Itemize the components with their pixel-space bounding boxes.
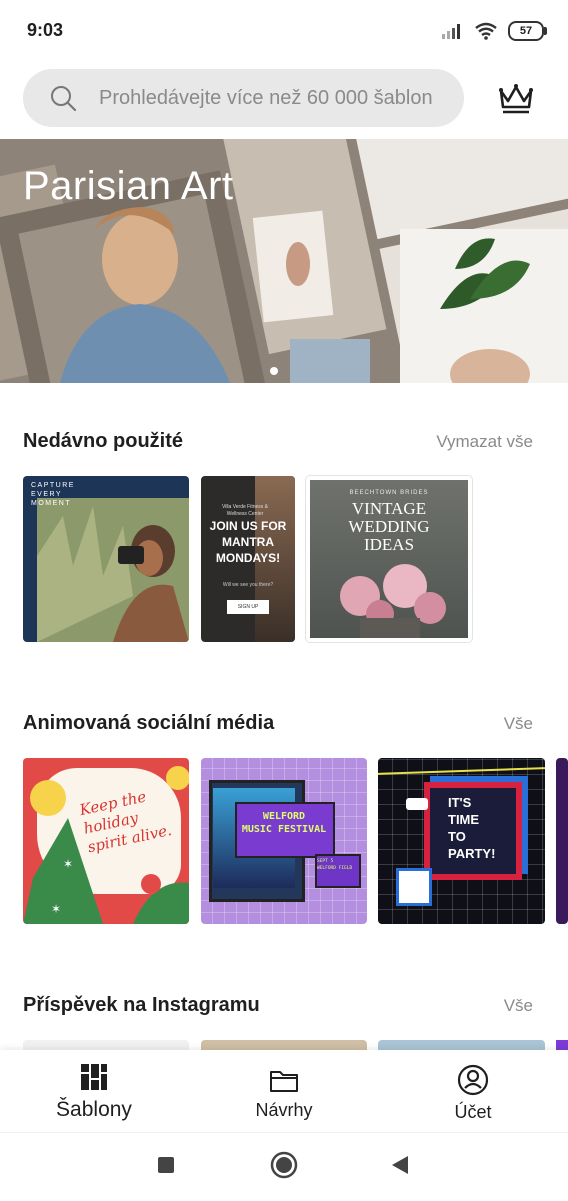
status-time: 9:03 — [27, 20, 64, 40]
template-headline-3: TO — [448, 829, 466, 844]
folder-icon — [270, 1071, 298, 1092]
templates-grid-icon — [81, 1064, 107, 1090]
instagram-template-3[interactable] — [378, 1040, 545, 1050]
account-icon — [457, 1064, 489, 1096]
template-subtext: Will we see you there? — [222, 582, 274, 588]
svg-text:✶: ✶ — [63, 857, 73, 871]
template-headline-4: PARTY! — [448, 846, 496, 861]
search-icon — [51, 86, 77, 112]
recent-apps-icon[interactable] — [158, 1157, 174, 1173]
animated-template-partial[interactable] — [556, 758, 568, 924]
signal-icon — [442, 24, 460, 39]
template-headline-2: TIME — [448, 812, 480, 827]
nav-templates-label: Šablony — [56, 1098, 132, 1121]
template-button: SIGN UP — [227, 600, 269, 614]
template-line-1: CAPTURE — [31, 482, 75, 489]
template-headline-3: IDEAS — [363, 535, 415, 554]
nav-designs[interactable]: Návrhy — [204, 1050, 364, 1132]
template-brand: BEECHTOWN BRIDES — [349, 490, 429, 496]
svg-text:✶: ✶ — [51, 902, 61, 916]
battery-icon: 57 — [508, 21, 547, 41]
hero-title: Parisian Art — [23, 164, 234, 208]
animated-template-party[interactable]: IT'S TIME TO PARTY! — [378, 758, 545, 924]
instagram-template-2[interactable] — [201, 1040, 367, 1050]
clear-all-link[interactable]: Vymazat vše — [436, 432, 533, 452]
template-date-1: SEPT 5 — [317, 859, 334, 864]
template-small-text: Villa Verde Fitness & Wellness Center — [221, 504, 269, 517]
nav-designs-label: Návrhy — [255, 1100, 313, 1120]
flowers-image — [340, 564, 446, 638]
search-placeholder: Prohledávejte více než 60 000 šablon — [99, 86, 433, 109]
template-line-3: MOMENT — [31, 500, 72, 507]
nav-account-label: Účet — [454, 1102, 492, 1122]
back-icon[interactable] — [390, 1155, 410, 1175]
recent-template-mantra-mondays[interactable]: Villa Verde Fitness & Wellness Center JO… — [201, 476, 295, 642]
template-headline-2: MANTRA — [222, 535, 274, 549]
instagram-template-partial[interactable] — [556, 1040, 568, 1050]
home-icon[interactable] — [270, 1151, 298, 1179]
template-date-2: WELFORD FIELD — [317, 866, 353, 871]
template-headline-2: WEDDING — [348, 517, 430, 536]
recent-section-title: Nedávno použité — [23, 430, 184, 452]
template-line-2: EVERY — [31, 491, 63, 498]
instagram-template-1[interactable] — [23, 1040, 189, 1050]
template-headline-3: MONDAYS! — [215, 551, 281, 565]
template-headline-2: MUSIC FESTIVAL — [241, 824, 327, 835]
crown-icon[interactable] — [496, 81, 536, 117]
animated-template-music-festival[interactable]: WELFORD MUSIC FESTIVAL SEPT 5 WELFORD FI… — [201, 758, 367, 924]
animated-section-title: Animovaná sociální média — [23, 712, 275, 734]
template-headline-1: VINTAGE — [351, 499, 427, 518]
template-headline-1: WELFORD — [262, 811, 306, 822]
template-headline-1: JOIN US FOR — [209, 519, 287, 533]
nav-templates[interactable]: Šablony — [14, 1050, 174, 1132]
template-headline-1: IT'S — [448, 795, 472, 810]
hero-dot-active[interactable] — [270, 367, 278, 375]
animated-template-holiday[interactable]: ✶ ✶ Keep the holiday spirit alive. — [23, 758, 189, 924]
recent-template-vintage-wedding[interactable]: BEECHTOWN BRIDES VINTAGE WEDDING IDEAS — [306, 476, 472, 642]
search-input[interactable]: Prohledávejte více než 60 000 šablon — [23, 69, 464, 127]
instagram-see-all-link[interactable]: Vše — [504, 996, 533, 1016]
status-icons: 57 — [442, 20, 547, 42]
wifi-icon — [475, 22, 497, 40]
instagram-section-title: Příspěvek na Instagramu — [23, 994, 260, 1016]
nav-account[interactable]: Účet — [393, 1050, 553, 1132]
recent-template-capture-moment[interactable]: CAPTURE EVERY MOMENT — [23, 476, 189, 642]
animated-see-all-link[interactable]: Vše — [504, 714, 533, 734]
